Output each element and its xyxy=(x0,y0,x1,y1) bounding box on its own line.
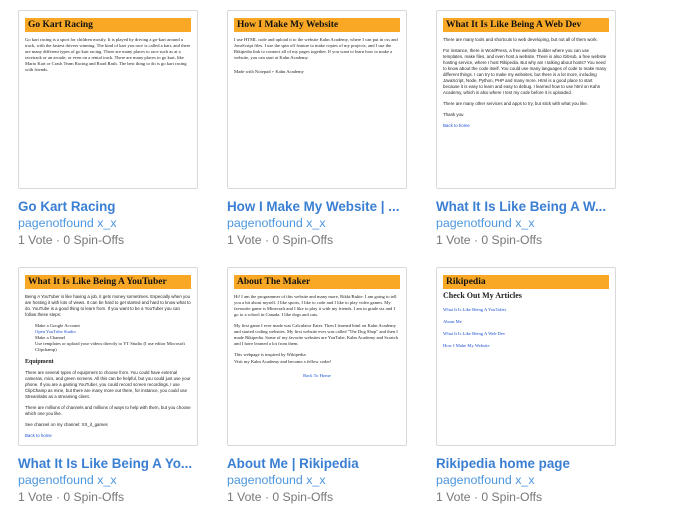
preview-link: Back to home xyxy=(443,123,470,128)
preview-list: Make a Google Account Open YouTube Studi… xyxy=(35,323,191,353)
preview-text: This webpage is inspired by Wikipedia. xyxy=(234,352,307,357)
project-grid: Go Kart Racing Go kart racing is a sport… xyxy=(18,10,616,521)
project-stats: 1 Vote · 0 Spin-Offs xyxy=(436,490,543,504)
preview-text: Hi! I am the programmer of this website … xyxy=(234,294,397,317)
preview-link: Back to home xyxy=(25,433,52,438)
project-thumbnail[interactable]: What It Is Like Being A Web Dev There ar… xyxy=(436,10,616,189)
project-stats: 1 Vote · 0 Spin-Offs xyxy=(18,490,125,504)
preview-text: Visit my Kahn Academy and become a fello… xyxy=(234,359,332,364)
project-stats: 1 Vote · 0 Spin-Offs xyxy=(227,233,334,247)
preview-text: See channel on my channel: XX_it_games xyxy=(25,422,108,427)
project-card: What It Is Like Being A YouTuber Being A… xyxy=(18,267,198,521)
project-thumbnail[interactable]: How I Make My Website I use HTML code an… xyxy=(227,10,407,189)
project-card: Rikipedia Check Out My Articles What It … xyxy=(436,267,616,521)
preview-text: Go kart racing is a sport for children m… xyxy=(25,37,191,72)
project-card: About The Maker Hi! I am the programmer … xyxy=(227,267,407,521)
preview-banner: Go Kart Racing xyxy=(25,18,191,32)
project-thumbnail[interactable]: Rikipedia Check Out My Articles What It … xyxy=(436,267,616,446)
preview-text: There are millions of channels and milli… xyxy=(25,405,191,416)
preview-text: There are several types of equipment to … xyxy=(25,370,191,399)
project-author[interactable]: pagenotfound x_x xyxy=(18,215,198,232)
preview-text: My first game I ever made was Calculator… xyxy=(234,323,399,346)
project-thumbnail[interactable]: Go Kart Racing Go kart racing is a sport… xyxy=(18,10,198,189)
project-stats: 1 Vote · 0 Spin-Offs xyxy=(18,233,125,247)
project-author[interactable]: pagenotfound x_x xyxy=(227,472,407,489)
preview-heading: Check Out My Articles xyxy=(443,291,522,300)
project-title[interactable]: About Me | Rikipedia xyxy=(227,455,407,472)
project-author[interactable]: pagenotfound x_x xyxy=(436,215,616,232)
project-author[interactable]: pagenotfound x_x xyxy=(436,472,616,489)
preview-banner: Rikipedia xyxy=(443,275,609,289)
project-title[interactable]: How I Make My Website | ... xyxy=(227,198,407,215)
preview-link: Back To Home xyxy=(303,373,331,378)
project-title[interactable]: Go Kart Racing xyxy=(18,198,198,215)
preview-text: There are many other services and apps t… xyxy=(443,101,588,106)
project-card: What It Is Like Being A Web Dev There ar… xyxy=(436,10,616,267)
preview-link: What It Is Like Being A YouTuber xyxy=(443,307,507,312)
preview-banner: What It Is Like Being A YouTuber xyxy=(25,275,191,289)
preview-text: For instance, there is WordPress, a free… xyxy=(443,48,607,95)
project-title[interactable]: Rikipedia home page xyxy=(436,455,616,472)
preview-heading: Equipment xyxy=(25,359,54,365)
preview-link: How I Make My Website xyxy=(443,343,490,348)
project-author[interactable]: pagenotfound x_x xyxy=(227,215,407,232)
project-card: How I Make My Website I use HTML code an… xyxy=(227,10,407,267)
preview-text: I use HTML code and upload it to the web… xyxy=(234,37,398,60)
preview-link: About Me xyxy=(443,319,462,324)
preview-banner: About The Maker xyxy=(234,275,400,289)
project-stats: 1 Vote · 0 Spin-Offs xyxy=(227,490,334,504)
project-title[interactable]: What It Is Like Being A Yo... xyxy=(18,455,198,472)
preview-text: Being A YouTuber is like having a job, i… xyxy=(25,294,191,317)
preview-list-item: Use templates or upload your videos dire… xyxy=(35,341,185,352)
preview-footer: Made with Notepad + Kahn Academy xyxy=(234,69,304,74)
preview-banner: How I Make My Website xyxy=(234,18,400,32)
preview-link: What It Is Like Being A Web Dev xyxy=(443,331,506,336)
project-author[interactable]: pagenotfound x_x xyxy=(18,472,198,489)
preview-banner: What It Is Like Being A Web Dev xyxy=(443,18,609,32)
project-stats: 1 Vote · 0 Spin-Offs xyxy=(436,233,543,247)
project-title[interactable]: What It Is Like Being A W... xyxy=(436,198,616,215)
project-card: Go Kart Racing Go kart racing is a sport… xyxy=(18,10,198,267)
project-thumbnail[interactable]: What It Is Like Being A YouTuber Being A… xyxy=(18,267,198,446)
preview-text: Thank you xyxy=(443,112,464,117)
project-thumbnail[interactable]: About The Maker Hi! I am the programmer … xyxy=(227,267,407,446)
preview-text: There are many tools and shortcuts to we… xyxy=(443,37,598,42)
